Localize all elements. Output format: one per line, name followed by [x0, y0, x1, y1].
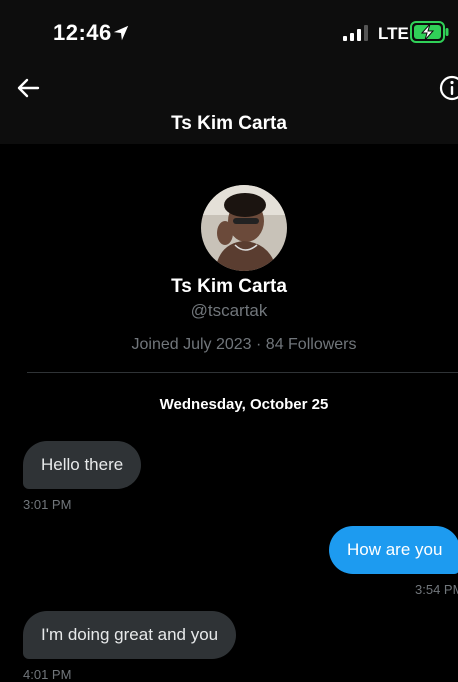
status-time: 12:46 [53, 20, 112, 45]
avatar-photo [201, 185, 287, 271]
page-title: Ts Kim Carta [171, 113, 287, 134]
profile-joined-followers: Joined July 2023 · 84 Followers [131, 336, 357, 353]
message-bubble-outgoing[interactable]: How are you [329, 526, 458, 574]
message-bubble-incoming[interactable]: I'm doing great and you [23, 611, 237, 659]
date-separator: Wednesday, October 25 [159, 396, 329, 413]
battery-charging-icon [410, 21, 449, 43]
network-type-label: LTE [378, 24, 409, 43]
cellular-signal-icon [343, 25, 368, 41]
back-arrow-icon[interactable] [14, 74, 42, 102]
message-bubble-incoming[interactable]: Hello there [23, 441, 142, 489]
status-bar: 12:46 LTE [0, 0, 458, 60]
profile-name[interactable]: Ts Kim Carta [0, 276, 458, 298]
info-icon[interactable] [438, 74, 458, 102]
message-timestamp: 3:01 PM [23, 497, 72, 512]
profile-handle: @tscartak [190, 301, 268, 320]
avatar[interactable] [201, 185, 287, 271]
divider [27, 372, 458, 373]
message-timestamp: 3:54 PM [415, 582, 458, 597]
location-arrow-icon [113, 25, 129, 41]
conversation-header: Ts Kim Carta [0, 60, 458, 144]
